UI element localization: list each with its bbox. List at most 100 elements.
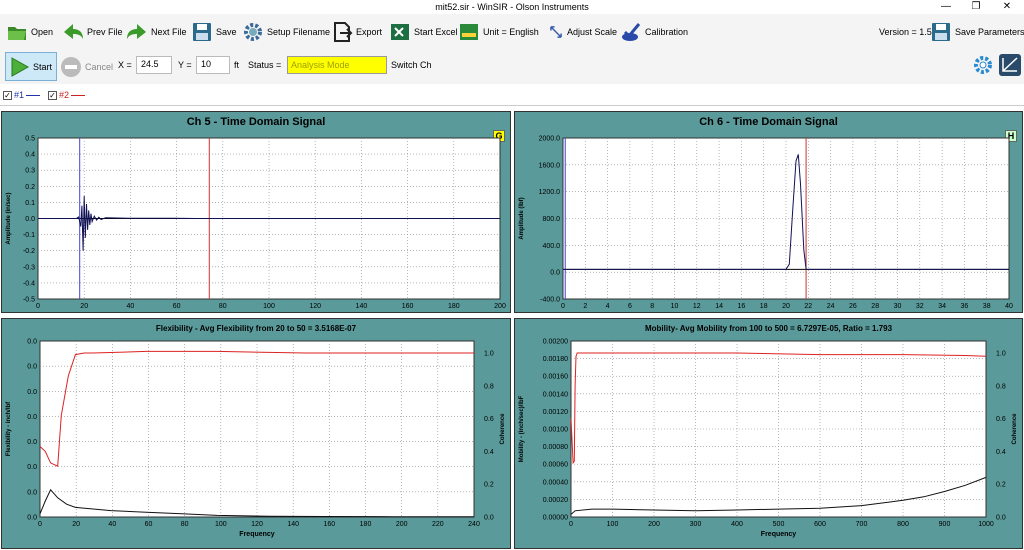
- x-input[interactable]: 24.5: [136, 56, 172, 74]
- calibration-button[interactable]: Calibration: [620, 18, 688, 46]
- version-text: Version = 1.5: [879, 27, 932, 37]
- x-tick-label: 40: [127, 303, 135, 310]
- y2-tick-label: 0.4: [484, 449, 494, 456]
- x-tick-label: 100: [263, 303, 275, 310]
- ch6-chart[interactable]: 0 2 4 6 8 10 12 14 16 18 20 22 24 26 28 30 32 34 36 38 40200…: [515, 112, 1022, 312]
- y-tick-label: 0.0: [27, 439, 37, 446]
- x-tick-label: 200: [648, 521, 660, 528]
- x-axis-label: Frequency: [239, 531, 275, 538]
- y-tick-label: 0.0: [27, 339, 37, 346]
- y-tick-label: 400.0: [542, 243, 560, 250]
- close-button[interactable]: ✕: [993, 0, 1021, 14]
- y-tick-label: 0.2: [25, 184, 35, 191]
- y-tick-label: 0.0: [25, 216, 35, 223]
- unit-button[interactable]: Unit = English: [458, 18, 539, 46]
- y2-tick-label: 0.4: [996, 449, 1006, 456]
- x-tick-label: 4: [606, 303, 610, 310]
- x-tick-label: 800: [897, 521, 909, 528]
- y2-tick-label: 0.8: [996, 383, 1006, 390]
- x-tick-label: 36: [961, 303, 969, 310]
- x-tick-label: 20: [80, 303, 88, 310]
- channel-2-checkbox[interactable]: ✓ #2: [48, 90, 86, 100]
- prev-file-button[interactable]: Prev File: [62, 18, 123, 46]
- x-tick-label: 24: [827, 303, 835, 310]
- cancel-button[interactable]: Cancel: [60, 54, 113, 79]
- start-excel-button[interactable]: Start Excel: [389, 18, 458, 46]
- export-button[interactable]: Export: [331, 18, 382, 46]
- y-tick-label: -0.2: [23, 248, 35, 255]
- start-button[interactable]: Start: [5, 52, 57, 81]
- y-tick-label: 0.00000: [543, 515, 568, 522]
- minimize-button[interactable]: —: [932, 0, 960, 14]
- x-tick-label: 160: [402, 303, 414, 310]
- export-label: Export: [356, 27, 383, 37]
- save-button[interactable]: Save: [191, 18, 237, 46]
- y2-tick-label: 0.6: [996, 416, 1006, 423]
- ch6-time-panel: Ch 6 - Time Domain Signal H 0 2 4 6 8 10 12 14 1…: [514, 111, 1023, 313]
- x-tick-label: 100: [215, 521, 227, 528]
- x-tick-label: 26: [849, 303, 857, 310]
- flexibility-panel: Flexibility - Avg Flexibility from 20 to…: [1, 318, 511, 549]
- y2-tick-label: 0.0: [996, 515, 1006, 522]
- channel-1-checkbox[interactable]: ✓ #1: [3, 90, 41, 100]
- y-axis-label: Amplitude (in/sec): [6, 192, 12, 244]
- start-excel-label: Start Excel: [414, 27, 458, 37]
- x-tick-label: 20: [72, 521, 80, 528]
- x-tick-label: 34: [938, 303, 946, 310]
- x-tick-label: 0: [561, 303, 565, 310]
- x-tick-label: 22: [804, 303, 812, 310]
- settings-gear-icon[interactable]: [972, 54, 994, 76]
- y-tick-label: 0.0: [550, 270, 560, 277]
- folder-icon: [8, 27, 26, 40]
- x-tick-label: 700: [856, 521, 868, 528]
- chart-tool-icon[interactable]: [998, 53, 1022, 77]
- adjust-scale-button[interactable]: Adjust Scale: [548, 18, 617, 46]
- x-axis-label: Frequency: [761, 531, 797, 538]
- save-parameters-button[interactable]: Save Parameters: [930, 18, 1024, 46]
- x-tick-label: 40: [1005, 303, 1013, 310]
- channel-2-swatch: [71, 94, 86, 96]
- window-title: mit52.sir - WinSIR - Olson Instruments: [435, 2, 589, 12]
- back-arrow-icon: [64, 24, 83, 39]
- setup-filename-button[interactable]: Setup Filename: [242, 18, 330, 46]
- y-tick-label: 0.00160: [543, 374, 568, 381]
- x-tick-label: 30: [894, 303, 902, 310]
- mobility-chart[interactable]: 0 100 200 300 400 500 600 700 800 900 1000 0.00200 0…: [515, 319, 1022, 548]
- ch5-chart[interactable]: 0 20 40 60 80 100 120 140 160 180 200 0.5 0.4 0.3 0.2 0…: [2, 112, 510, 312]
- floppy-disk-icon: [932, 23, 950, 41]
- y2-tick-label: 1.0: [996, 351, 1006, 358]
- maximize-button[interactable]: ❐: [962, 0, 990, 14]
- next-file-button[interactable]: Next File: [126, 18, 187, 46]
- y2-tick-label: 0.6: [484, 416, 494, 423]
- checkbox-check-icon: ✓: [48, 90, 57, 100]
- y-tick-label: 0.0: [27, 515, 37, 522]
- main-toolbar: Open Prev File Next File Save Setup File…: [0, 14, 1024, 50]
- open-button[interactable]: Open: [6, 18, 53, 46]
- x-tick-label: 180: [448, 303, 460, 310]
- y-axis-label: Mobility - (inch/sec)/lbF: [519, 395, 525, 462]
- channel-legend-bar: ✓ #1 ✓ #2: [0, 84, 1024, 106]
- x-tick-label: 80: [219, 303, 227, 310]
- control-bar: Start Cancel X = 24.5 Y = 10 ft Status =…: [0, 50, 1024, 84]
- ch5-time-panel: Ch 5 - Time Domain Signal G 0 20 40 60 80 100…: [1, 111, 511, 313]
- switch-channel-button[interactable]: Switch Ch: [391, 60, 432, 70]
- y-tick-label: 0.00120: [543, 409, 568, 416]
- y-tick-label: -400.0: [540, 297, 560, 304]
- adjust-scale-label: Adjust Scale: [567, 27, 618, 37]
- y-axis-label: Flexibility - inch/lbf: [6, 401, 12, 456]
- channel-2-label: #2: [59, 90, 70, 100]
- checkbox-check-icon: ✓: [3, 90, 12, 100]
- channel-1-label: #1: [14, 90, 25, 100]
- x-tick-label: 60: [145, 521, 153, 528]
- flexibility-chart[interactable]: 0 20 40 60 80 100 120 140 160 180 200 220 240 0.0 0.0 0…: [2, 319, 510, 548]
- x-tick-label: 240: [468, 521, 480, 528]
- y-tick-label: 0.00140: [543, 391, 568, 398]
- y-tick-label: -0.4: [23, 280, 35, 287]
- open-label: Open: [31, 27, 54, 37]
- window-titlebar: mit52.sir - WinSIR - Olson Instruments: [0, 0, 1024, 14]
- y-input[interactable]: 10: [196, 56, 230, 74]
- x-tick-label: 12: [693, 303, 701, 310]
- y-tick-label: 800.0: [542, 216, 560, 223]
- stop-icon: [61, 56, 81, 77]
- x-tick-label: 2: [583, 303, 587, 310]
